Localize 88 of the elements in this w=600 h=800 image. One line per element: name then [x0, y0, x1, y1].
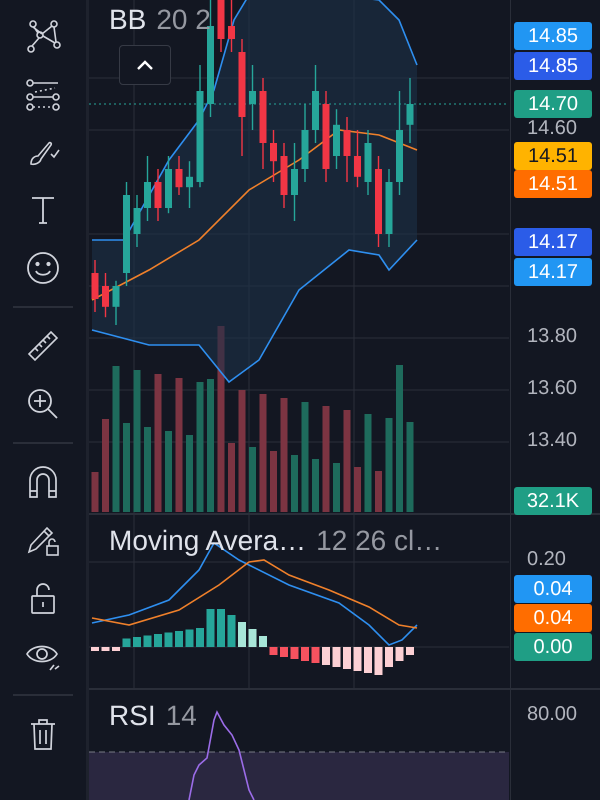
candle — [333, 109, 340, 169]
candle — [364, 130, 372, 195]
histogram-bar — [374, 647, 382, 675]
price-axis-label: 80.00 — [527, 703, 578, 726]
price-axis-label: 14.60 — [527, 117, 578, 140]
indicator-name: BB — [109, 4, 146, 36]
volume-bar — [291, 455, 298, 512]
volume-tag: 32.1K — [514, 487, 592, 515]
histogram-bar — [217, 609, 225, 647]
candle — [92, 260, 98, 312]
histogram-bar — [354, 647, 362, 671]
price-tag: 14.17 — [514, 228, 592, 256]
candle — [176, 156, 182, 195]
histogram-bar — [270, 647, 278, 655]
collapse-button[interactable] — [119, 45, 171, 85]
candle — [165, 156, 172, 214]
candle — [344, 117, 350, 182]
candle — [249, 65, 256, 130]
histogram-bar — [175, 631, 183, 647]
candle — [406, 78, 414, 143]
histogram-bar — [343, 647, 351, 669]
candle — [354, 130, 361, 188]
histogram-bar — [133, 637, 141, 647]
volume-bar — [228, 443, 235, 512]
volume-bar — [375, 471, 382, 512]
candle — [144, 156, 151, 221]
price-axis-label: 13.60 — [527, 377, 578, 400]
price-tag: 14.85 — [514, 52, 592, 80]
histogram-bar — [280, 647, 288, 657]
price-tag: 14.51 — [514, 170, 592, 198]
indicator-params: 12 26 cl… — [316, 525, 442, 557]
price-axis-label: 0.20 — [527, 548, 566, 571]
volume-bar — [354, 467, 361, 512]
histogram-bar — [238, 622, 246, 647]
candle — [186, 161, 193, 208]
indicator-params: 14 — [166, 700, 197, 732]
candle — [102, 273, 109, 318]
histogram-bar — [144, 636, 152, 647]
ruler-icon[interactable] — [25, 328, 61, 364]
histogram-bar — [364, 647, 372, 673]
volume-bar — [270, 451, 277, 512]
price-axis-label: 13.80 — [527, 325, 578, 348]
value-tag: 0.00 — [514, 633, 592, 661]
price-tag: 14.51 — [514, 142, 592, 170]
histogram-bar — [301, 647, 309, 661]
value-tag: 0.04 — [514, 575, 592, 603]
volume-bar — [333, 463, 340, 512]
candle — [112, 280, 120, 325]
indicator-name: Moving Avera… — [109, 525, 306, 557]
histogram-bar — [186, 630, 194, 647]
histogram-bar — [312, 647, 320, 663]
candle — [218, 0, 224, 52]
pattern-tool-icon[interactable] — [25, 18, 61, 54]
histogram-bar — [290, 647, 298, 659]
value-tag: 0.04 — [514, 604, 592, 632]
candle — [134, 195, 140, 247]
volume-bar — [249, 447, 256, 512]
indicator-params: 20 2 — [156, 4, 211, 36]
price-axis-label: 13.40 — [527, 429, 578, 452]
histogram-bar — [102, 647, 110, 651]
histogram-bar — [259, 636, 267, 647]
histogram-bar — [332, 647, 340, 667]
histogram-bar — [385, 647, 393, 667]
candle — [280, 143, 288, 208]
histogram-bar — [164, 632, 172, 647]
price-tag: 14.70 — [514, 90, 592, 118]
indicator-name: RSI — [109, 700, 156, 732]
histogram-bar — [154, 634, 162, 647]
price-tag: 14.17 — [514, 258, 592, 286]
candle — [270, 130, 277, 182]
histogram-bar — [122, 638, 130, 647]
histogram-bar — [91, 647, 99, 651]
histogram-bar — [248, 629, 256, 647]
histogram-bar — [112, 647, 120, 651]
histogram-bar — [206, 609, 214, 647]
chevron-up-icon — [135, 59, 155, 71]
histogram-bar — [228, 615, 236, 647]
candle — [154, 169, 162, 221]
volume-bar — [312, 459, 319, 512]
histogram-bar — [322, 647, 330, 665]
histogram-bar — [406, 647, 414, 655]
candle — [228, 0, 235, 52]
price-tag: 14.85 — [514, 22, 592, 50]
lines-tool-icon[interactable] — [25, 76, 61, 112]
histogram-bar — [196, 628, 204, 647]
smiley-icon[interactable] — [25, 250, 61, 286]
histogram-bar — [396, 647, 404, 661]
volume-bar — [92, 472, 98, 512]
